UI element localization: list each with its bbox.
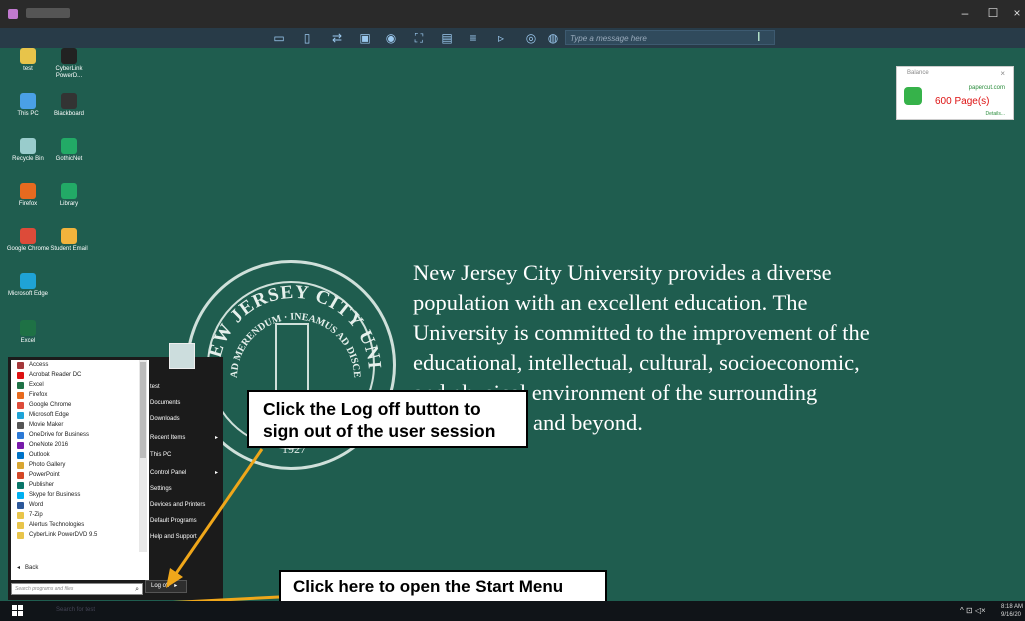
- clock[interactable]: 8:18 AM 9/16/20: [1001, 603, 1023, 619]
- instruction-arrows: [30, 448, 280, 616]
- clock-date: 9/16/20: [1001, 612, 1022, 618]
- clock-time: 8:18 AM: [1001, 604, 1024, 610]
- system-tray-icons[interactable]: ^ ⊡ ◁×: [960, 606, 986, 615]
- taskbar-search[interactable]: Search for test: [56, 607, 95, 613]
- arrow-to-logoff: [173, 448, 264, 576]
- arrow-to-logoff-head: [166, 568, 183, 588]
- taskbar: Search for test ^ ⊡ ◁× 8:18 AM 9/16/20: [0, 601, 1025, 621]
- start-button[interactable]: [12, 605, 24, 617]
